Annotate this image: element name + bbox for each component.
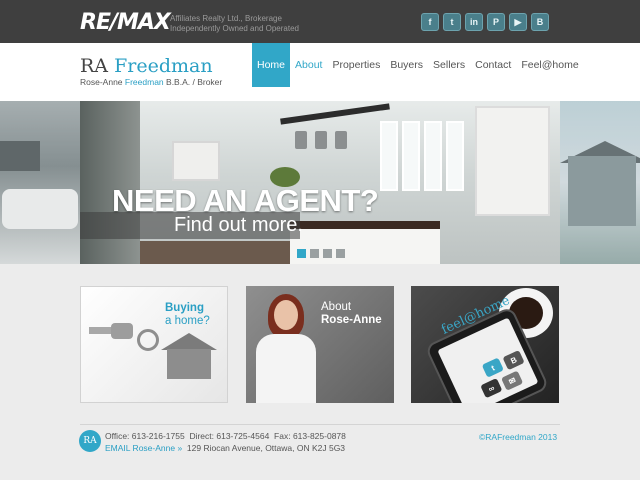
- footer-contact: EMAIL Rose-Anne » 129 Riocan Avenue, Ott…: [105, 443, 345, 453]
- linkedin-icon[interactable]: in: [465, 13, 483, 31]
- app-chat-icon: ✉: [501, 370, 524, 391]
- footer-divider: [80, 424, 560, 425]
- pot-rack: [280, 103, 390, 125]
- kitchen-window: [380, 121, 398, 191]
- house-keychain-roof: [161, 333, 217, 350]
- buying-subtitle: a home?: [165, 315, 210, 327]
- youtube-icon[interactable]: ▶: [509, 13, 527, 31]
- brokerage-line-2: Independently Owned and Operated: [170, 24, 299, 33]
- kitchen-window: [424, 121, 442, 191]
- kitchen-upper-cabinet: [172, 141, 220, 181]
- app-link-icon: ∞: [480, 377, 503, 399]
- house-keychain-icon: [167, 349, 211, 379]
- main-nav: Home About Properties Buyers Sellers Con…: [252, 43, 584, 87]
- living-room-art: [0, 141, 40, 171]
- remax-logo[interactable]: RE/MAX: [80, 10, 171, 35]
- blog-icon[interactable]: B: [531, 13, 549, 31]
- direct-phone: Direct: 613-725-4564: [189, 431, 270, 441]
- pinterest-icon[interactable]: P: [487, 13, 505, 31]
- agent-portrait-face: [274, 300, 298, 330]
- about-title: About: [321, 301, 352, 313]
- footer-phones: Office: 613-216-1755 Direct: 613-725-456…: [105, 431, 346, 441]
- brokerage-line-1: Affiliates Realty Ltd., Brokerage: [170, 14, 282, 23]
- fax-number: Fax: 613-825-0878: [274, 431, 346, 441]
- brokerage-info: Affiliates Realty Ltd., Brokerage Indepe…: [170, 14, 299, 34]
- slider-dot-4[interactable]: [336, 249, 345, 258]
- kitchen-glass-cabinet: [475, 106, 550, 216]
- ra-monogram-badge: RA: [79, 430, 101, 452]
- agent-last-name: Freedman: [124, 77, 164, 87]
- slider-dot-3[interactable]: [323, 249, 332, 258]
- copyright: ©RAFreedman 2013: [479, 432, 558, 442]
- hero-prev-slide[interactable]: [0, 101, 80, 264]
- agent-subtitle: Rose-Anne Freedman B.B.A. / Broker: [80, 77, 222, 87]
- key-head: [111, 323, 133, 339]
- about-rose-anne-card[interactable]: About Rose-Anne: [246, 286, 394, 403]
- buying-home-card[interactable]: Buying a home?: [80, 286, 228, 403]
- social-links: f t in P ▶ B: [421, 13, 549, 31]
- top-bar: RE/MAX Affiliates Realty Ltd., Brokerage…: [0, 0, 640, 43]
- hero-next-slide[interactable]: [560, 101, 640, 264]
- kitchen-window: [446, 121, 464, 191]
- house-exterior: [568, 156, 636, 226]
- feel-at-home-card[interactable]: t B ∞ ✉ feel@home: [411, 286, 559, 403]
- hero-slider[interactable]: NEED AN AGENT? Find out more.: [0, 101, 640, 264]
- site-header: RA Freedman Rose-Anne Freedman B.B.A. / …: [0, 43, 640, 101]
- kitchen-floor: [140, 241, 300, 264]
- slider-dot-1[interactable]: [297, 249, 306, 258]
- nav-about[interactable]: About: [290, 43, 327, 87]
- buying-title: Buying: [165, 302, 204, 314]
- kitchen-window: [402, 121, 420, 191]
- hanging-pot: [315, 131, 327, 149]
- about-subtitle: Rose-Anne: [321, 314, 382, 326]
- slider-dot-2[interactable]: [310, 249, 319, 258]
- agent-portrait-body: [256, 334, 316, 403]
- hanging-pot: [295, 131, 307, 149]
- nav-properties[interactable]: Properties: [327, 43, 385, 87]
- office-address: 129 Riocan Avenue, Ottawa, ON K2J 5G3: [186, 443, 346, 453]
- nav-buyers[interactable]: Buyers: [385, 43, 428, 87]
- app-blog-icon: B: [502, 349, 525, 371]
- facebook-icon[interactable]: f: [421, 13, 439, 31]
- nav-home[interactable]: Home: [252, 43, 291, 87]
- site-name-last: Freedman: [114, 55, 213, 77]
- twitter-icon[interactable]: t: [443, 13, 461, 31]
- slider-dots: [297, 249, 345, 258]
- email-link[interactable]: EMAIL Rose-Anne »: [105, 443, 182, 453]
- nav-contact[interactable]: Contact: [470, 43, 516, 87]
- nav-feel-at-home[interactable]: Feel@home: [516, 43, 583, 87]
- living-room-sofa: [2, 189, 78, 229]
- hanging-pot: [335, 131, 347, 149]
- key-ring: [137, 329, 159, 351]
- agent-first-name: Rose-Anne: [80, 77, 123, 87]
- app-twitter-icon: t: [481, 357, 504, 378]
- office-phone: Office: 613-216-1755: [105, 431, 185, 441]
- hero-cta[interactable]: Find out more.: [174, 214, 303, 237]
- site-name[interactable]: RA Freedman: [80, 55, 213, 77]
- nav-sellers[interactable]: Sellers: [428, 43, 470, 87]
- agent-credentials: B.B.A. / Broker: [166, 77, 223, 87]
- site-name-first: RA: [80, 55, 109, 77]
